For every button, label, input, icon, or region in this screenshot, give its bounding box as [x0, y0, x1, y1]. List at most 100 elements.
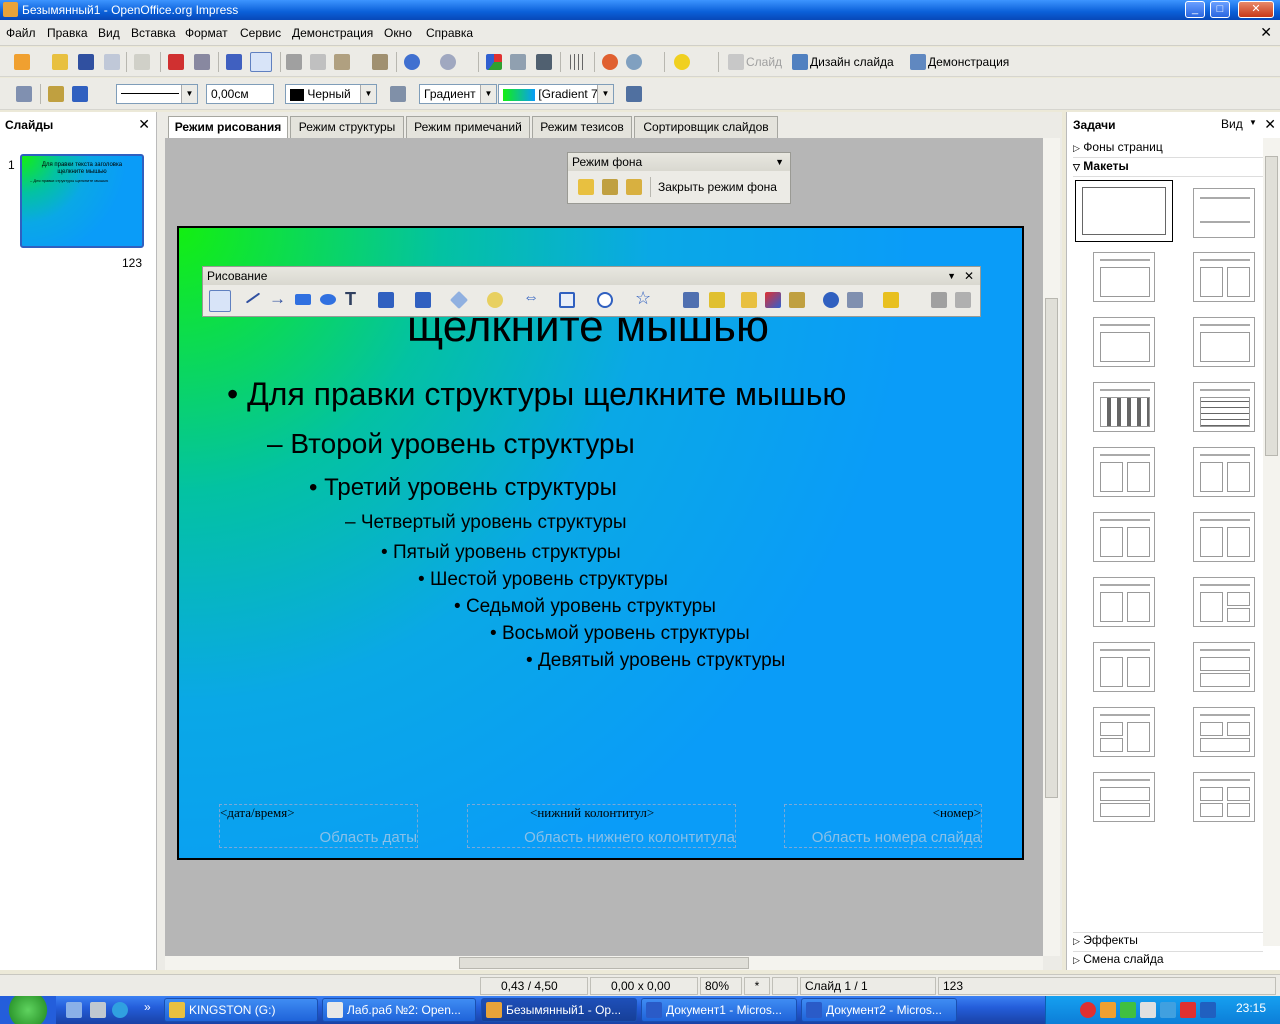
tray-safely-remove-icon[interactable]: [1140, 1002, 1156, 1018]
paste-icon[interactable]: [334, 54, 350, 70]
arrow-style-icon[interactable]: [72, 86, 88, 102]
new-master-icon[interactable]: [578, 179, 594, 195]
slide-thumbnail[interactable]: Для правки текста заголовка щелкните мыш…: [20, 154, 144, 248]
fontwork-icon[interactable]: [741, 292, 757, 308]
drawing-toolbar-title[interactable]: Рисование ▼ ✕: [203, 267, 980, 285]
autospellcheck-icon[interactable]: [250, 52, 272, 72]
close-window-button[interactable]: ✕: [1238, 1, 1274, 18]
ie-icon[interactable]: [112, 1002, 128, 1018]
edit-file-icon[interactable]: [134, 54, 150, 70]
curve-tool-icon[interactable]: [378, 292, 394, 308]
footer-area[interactable]: <нижний колонтитул> Область нижнего коло…: [467, 804, 736, 848]
export-pdf-icon[interactable]: [168, 54, 184, 70]
clock[interactable]: 23:15: [1236, 1001, 1266, 1015]
chart-icon[interactable]: [486, 54, 502, 70]
taskbar-item-lab[interactable]: Лаб.раб №2: Open...: [322, 998, 476, 1022]
layout-text-chart[interactable]: [1193, 447, 1255, 497]
line-tool-icon[interactable]: [245, 292, 261, 304]
grid-icon[interactable]: [570, 54, 586, 70]
from-file-icon[interactable]: [765, 292, 781, 308]
gallery-icon[interactable]: [536, 54, 552, 70]
styles-icon[interactable]: [16, 86, 32, 102]
taskbar-item-impress[interactable]: Безымянный1 - Op...: [481, 998, 637, 1022]
layout-2objects-over-text[interactable]: [1193, 707, 1255, 757]
maximize-button[interactable]: □: [1210, 1, 1230, 18]
zoom-icon[interactable]: [626, 54, 642, 70]
line-icon[interactable]: [48, 86, 64, 102]
navigator-icon[interactable]: [602, 54, 618, 70]
callouts-icon[interactable]: [597, 292, 613, 308]
symbol-shapes-icon[interactable]: [487, 292, 503, 308]
vertical-scroll-thumb[interactable]: [1045, 298, 1058, 798]
area-icon[interactable]: [390, 86, 406, 102]
layout-4objects[interactable]: [1193, 772, 1255, 822]
task-pane-scroll-thumb[interactable]: [1265, 156, 1278, 456]
background-mode-title[interactable]: Режим фона ▼: [568, 153, 790, 171]
section-layouts[interactable]: ▽ Макеты: [1073, 159, 1277, 177]
close-document-icon[interactable]: ✕: [1260, 24, 1272, 41]
rotate-icon[interactable]: [823, 292, 839, 308]
task-pane-view-menu[interactable]: Вид: [1221, 117, 1243, 131]
line-width-field[interactable]: 0,00см: [206, 84, 274, 104]
email-icon[interactable]: [104, 54, 120, 70]
quicklaunch-icon[interactable]: [90, 1002, 106, 1018]
layout-object-over-text[interactable]: [1193, 642, 1255, 692]
tray-antivirus-icon[interactable]: [1080, 1002, 1096, 1018]
start-button[interactable]: [0, 996, 56, 1024]
save-icon[interactable]: [78, 54, 94, 70]
ellipse-tool-icon[interactable]: [320, 294, 336, 305]
copy-icon[interactable]: [310, 54, 326, 70]
menu-view[interactable]: Вид: [98, 26, 120, 40]
align-icon[interactable]: [847, 292, 863, 308]
date-area[interactable]: <дата/время> Область даты: [219, 804, 418, 848]
tab-slide-sorter[interactable]: Сортировщик слайдов: [634, 116, 778, 138]
layout-title-chart[interactable]: [1093, 382, 1155, 432]
menu-insert[interactable]: Вставка: [131, 26, 176, 40]
extrusion-icon[interactable]: [931, 292, 947, 308]
layout-chart-text[interactable]: [1193, 512, 1255, 562]
area-style-select[interactable]: Градиент ▼: [419, 84, 497, 104]
section-master-pages[interactable]: ▷ Фоны страниц: [1073, 140, 1277, 158]
tab-outline[interactable]: Режим структуры: [290, 116, 404, 138]
block-arrows-icon[interactable]: ⇔: [523, 289, 539, 307]
horizontal-scroll-thumb[interactable]: [459, 957, 749, 969]
menu-help[interactable]: Справка: [426, 26, 473, 40]
new-document-icon[interactable]: [14, 54, 30, 70]
layout-text-2objects[interactable]: [1193, 577, 1255, 627]
shadow-icon[interactable]: [626, 86, 642, 102]
undo-icon[interactable]: [404, 54, 420, 70]
minimize-button[interactable]: _: [1185, 1, 1205, 18]
close-pane-icon[interactable]: ✕: [1264, 116, 1276, 133]
basic-shapes-icon[interactable]: [449, 290, 469, 310]
horizontal-scrollbar[interactable]: [165, 956, 1043, 970]
layout-blank[interactable]: [1075, 180, 1173, 242]
section-transition[interactable]: ▷ Смена слайда: [1073, 951, 1263, 969]
chevron-down-icon[interactable]: ▼: [1249, 118, 1257, 127]
layout-clipart-text[interactable]: [1093, 447, 1155, 497]
effects-icon[interactable]: [955, 292, 971, 308]
tab-drawing[interactable]: Режим рисования: [168, 116, 288, 140]
gallery-tool-icon[interactable]: [789, 292, 805, 308]
layout-text-over-object[interactable]: [1093, 772, 1155, 822]
table-icon[interactable]: [510, 54, 526, 70]
select-arrow-icon[interactable]: [209, 290, 231, 312]
tab-notes[interactable]: Режим примечаний: [406, 116, 530, 138]
slide-master[interactable]: щелкните мышью • Для правки структуры ще…: [177, 226, 1024, 860]
line-color-select[interactable]: Черный ▼: [285, 84, 377, 104]
glue-points-icon[interactable]: [709, 292, 725, 308]
layout-centered-text[interactable]: [1193, 317, 1255, 367]
print-icon[interactable]: [194, 54, 210, 70]
arrow-line-tool-icon[interactable]: →: [269, 289, 286, 309]
taskbar-item-doc1[interactable]: Документ1 - Micros...: [641, 998, 797, 1022]
signature-field[interactable]: [772, 977, 798, 995]
taskbar-item-kingston[interactable]: KINGSTON (G:): [164, 998, 318, 1022]
delete-master-icon[interactable]: [626, 179, 642, 195]
layout-2objects-text[interactable]: [1093, 707, 1155, 757]
open-folder-icon[interactable]: [52, 54, 68, 70]
redo-icon[interactable]: [440, 54, 456, 70]
zoom-field[interactable]: 80%: [700, 977, 742, 995]
points-icon[interactable]: [683, 292, 699, 308]
rename-master-icon[interactable]: [602, 179, 618, 195]
tray-shield-icon[interactable]: [1200, 1002, 1216, 1018]
menu-tools[interactable]: Сервис: [240, 26, 281, 40]
